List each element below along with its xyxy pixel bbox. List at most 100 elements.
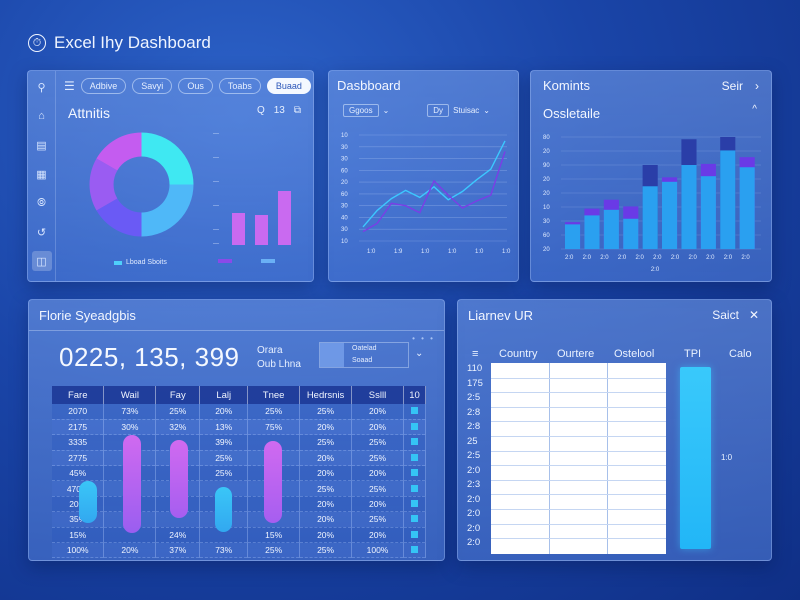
list-icon[interactable]: ≡ — [472, 348, 478, 360]
chip-savyi[interactable]: Savyi — [132, 78, 173, 94]
table-cell[interactable]: 37% — [155, 542, 201, 559]
column-header[interactable]: Calo — [729, 348, 752, 360]
table-row[interactable]: 2175 30% 32% 13% 75% 20% 20% — [52, 419, 427, 436]
row-marker[interactable] — [403, 404, 427, 420]
table-cell[interactable]: 25% — [199, 465, 249, 482]
chip-ous[interactable]: Ous — [178, 78, 213, 94]
table-cell[interactable]: 25% — [351, 434, 404, 451]
table-cell[interactable]: 13% — [199, 419, 249, 436]
table-cell[interactable]: 20% — [299, 511, 353, 528]
table-cell[interactable]: 2175 — [52, 419, 105, 436]
grid-icon[interactable]: ◫ — [31, 251, 52, 271]
column-header[interactable]: Hedrsnis — [299, 386, 353, 404]
table-cell[interactable]: 15% — [52, 527, 105, 544]
table-cell[interactable]: 25% — [351, 450, 404, 467]
table-cell[interactable]: 73% — [103, 404, 157, 420]
table-row[interactable]: 15% 24% 15% 20% 20% — [52, 527, 427, 544]
table-cell[interactable]: 100% — [52, 542, 105, 559]
home-icon[interactable]: ⌂ — [32, 106, 52, 126]
table-row[interactable]: 100% 20% 37% 73% 25% 25% 100% — [52, 542, 427, 559]
table-cell[interactable]: 25% — [299, 434, 353, 451]
chevron-up-icon[interactable]: ^ — [752, 104, 757, 115]
document-icon[interactable]: ▦ — [32, 164, 52, 184]
table-row[interactable]: 35% 20% 25% — [52, 511, 427, 528]
table-cell[interactable]: 20% — [199, 404, 249, 420]
table-cell[interactable]: 75% — [247, 419, 301, 436]
chip-toabs[interactable]: Toabs — [218, 78, 261, 94]
table-cell[interactable]: 25% — [351, 480, 404, 497]
column-header[interactable]: TPI — [684, 348, 701, 360]
row-marker[interactable] — [403, 527, 427, 544]
table-cell[interactable]: 20% — [351, 527, 404, 544]
table-row[interactable]: 20% 20% 20% — [52, 496, 427, 513]
row-marker[interactable] — [403, 434, 427, 451]
series-dropdown[interactable]: Ggoos ⌄ — [343, 104, 389, 117]
row-marker[interactable] — [403, 496, 427, 513]
table-cell[interactable]: 45% — [52, 465, 105, 482]
column-header[interactable]: Fay — [155, 386, 201, 404]
chip-adbive[interactable]: Adbive — [80, 78, 127, 94]
table-cell[interactable]: 20% — [351, 404, 404, 420]
share-icon[interactable]: ↺ — [32, 222, 52, 242]
table-cell[interactable]: 32% — [155, 419, 201, 436]
table-cell[interactable]: 25% — [299, 404, 353, 420]
table-cell[interactable]: 25% — [247, 542, 301, 559]
table-cell[interactable]: 39% — [199, 434, 249, 451]
search-icon[interactable]: ⚲ — [32, 77, 52, 97]
table-cell[interactable]: 20% — [299, 465, 353, 482]
column-header[interactable]: 10 — [403, 386, 427, 404]
table-cell[interactable]: 15% — [247, 527, 301, 544]
compass-icon[interactable]: ⦾ — [32, 193, 52, 213]
table-cell[interactable]: 30% — [103, 419, 157, 436]
column-header[interactable]: Tnee — [247, 386, 301, 404]
hamburger-icon[interactable]: ☰ — [64, 79, 75, 93]
column-header[interactable]: Ostelool — [614, 348, 654, 360]
table-row[interactable]: 2775 25% 20% 25% — [52, 450, 427, 467]
table-cell[interactable]: 20% — [351, 496, 404, 513]
table-cell[interactable]: 2775 — [52, 450, 105, 467]
chip-buaad[interactable]: Buaad — [266, 78, 311, 94]
filter-select[interactable]: Oatelad Soaad — [319, 342, 409, 368]
table-cell[interactable]: 25% — [155, 404, 201, 420]
column-header[interactable]: Lalj — [199, 386, 249, 404]
range-dropdown[interactable]: Dy Stuisac ⌄ — [427, 104, 490, 117]
row-marker[interactable] — [403, 450, 427, 467]
chevron-right-icon[interactable]: › — [755, 79, 759, 93]
table-row[interactable]: 45% 25% 20% 20% — [52, 465, 427, 482]
table-cell[interactable]: 20% — [299, 496, 353, 513]
table-cell[interactable]: 25% — [299, 542, 353, 559]
table-cell[interactable]: 20% — [299, 527, 353, 544]
table-row[interactable]: 2070 73% 25% 20% 25% 25% 20% — [52, 404, 427, 420]
table-cell[interactable]: 20% — [299, 450, 353, 467]
search-icon[interactable]: Q — [257, 105, 265, 116]
table-cell[interactable]: 20% — [351, 465, 404, 482]
column-header[interactable]: Ourtere — [557, 348, 594, 360]
table-row[interactable]: 470% 25% 25% — [52, 480, 427, 497]
table-cell[interactable]: 73% — [199, 542, 249, 559]
table-icon[interactable]: ▤ — [32, 135, 52, 155]
close-icon[interactable]: ✕ — [749, 308, 759, 322]
column-header[interactable]: Wail — [103, 386, 157, 404]
table-cell[interactable]: 20% — [299, 419, 353, 436]
select-link[interactable]: Saict — [712, 308, 739, 322]
copy-icon[interactable]: ⧉ — [294, 105, 301, 116]
table-cell[interactable]: 3335 — [52, 434, 105, 451]
table-cell[interactable]: 25% — [247, 404, 301, 420]
table-cell[interactable]: 20% — [351, 419, 404, 436]
table-row[interactable]: 3335 39% 25% 25% — [52, 434, 427, 451]
table-cell[interactable]: 24% — [155, 527, 201, 544]
row-marker[interactable] — [403, 511, 427, 528]
column-header[interactable]: Fare — [52, 386, 105, 404]
table-cell[interactable]: 25% — [299, 480, 353, 497]
chevron-down-icon[interactable]: ⌄ — [415, 348, 423, 359]
row-marker[interactable] — [403, 480, 427, 497]
row-marker[interactable] — [403, 542, 427, 559]
row-marker[interactable] — [403, 419, 427, 436]
column-header[interactable]: Country — [499, 348, 538, 360]
select-link[interactable]: Seir — [722, 79, 743, 93]
table-cell[interactable]: 25% — [199, 450, 249, 467]
column-header[interactable]: Sslll — [351, 386, 404, 404]
row-marker[interactable] — [403, 465, 427, 482]
table-cell[interactable]: 100% — [351, 542, 404, 559]
table-cell[interactable]: 25% — [351, 511, 404, 528]
